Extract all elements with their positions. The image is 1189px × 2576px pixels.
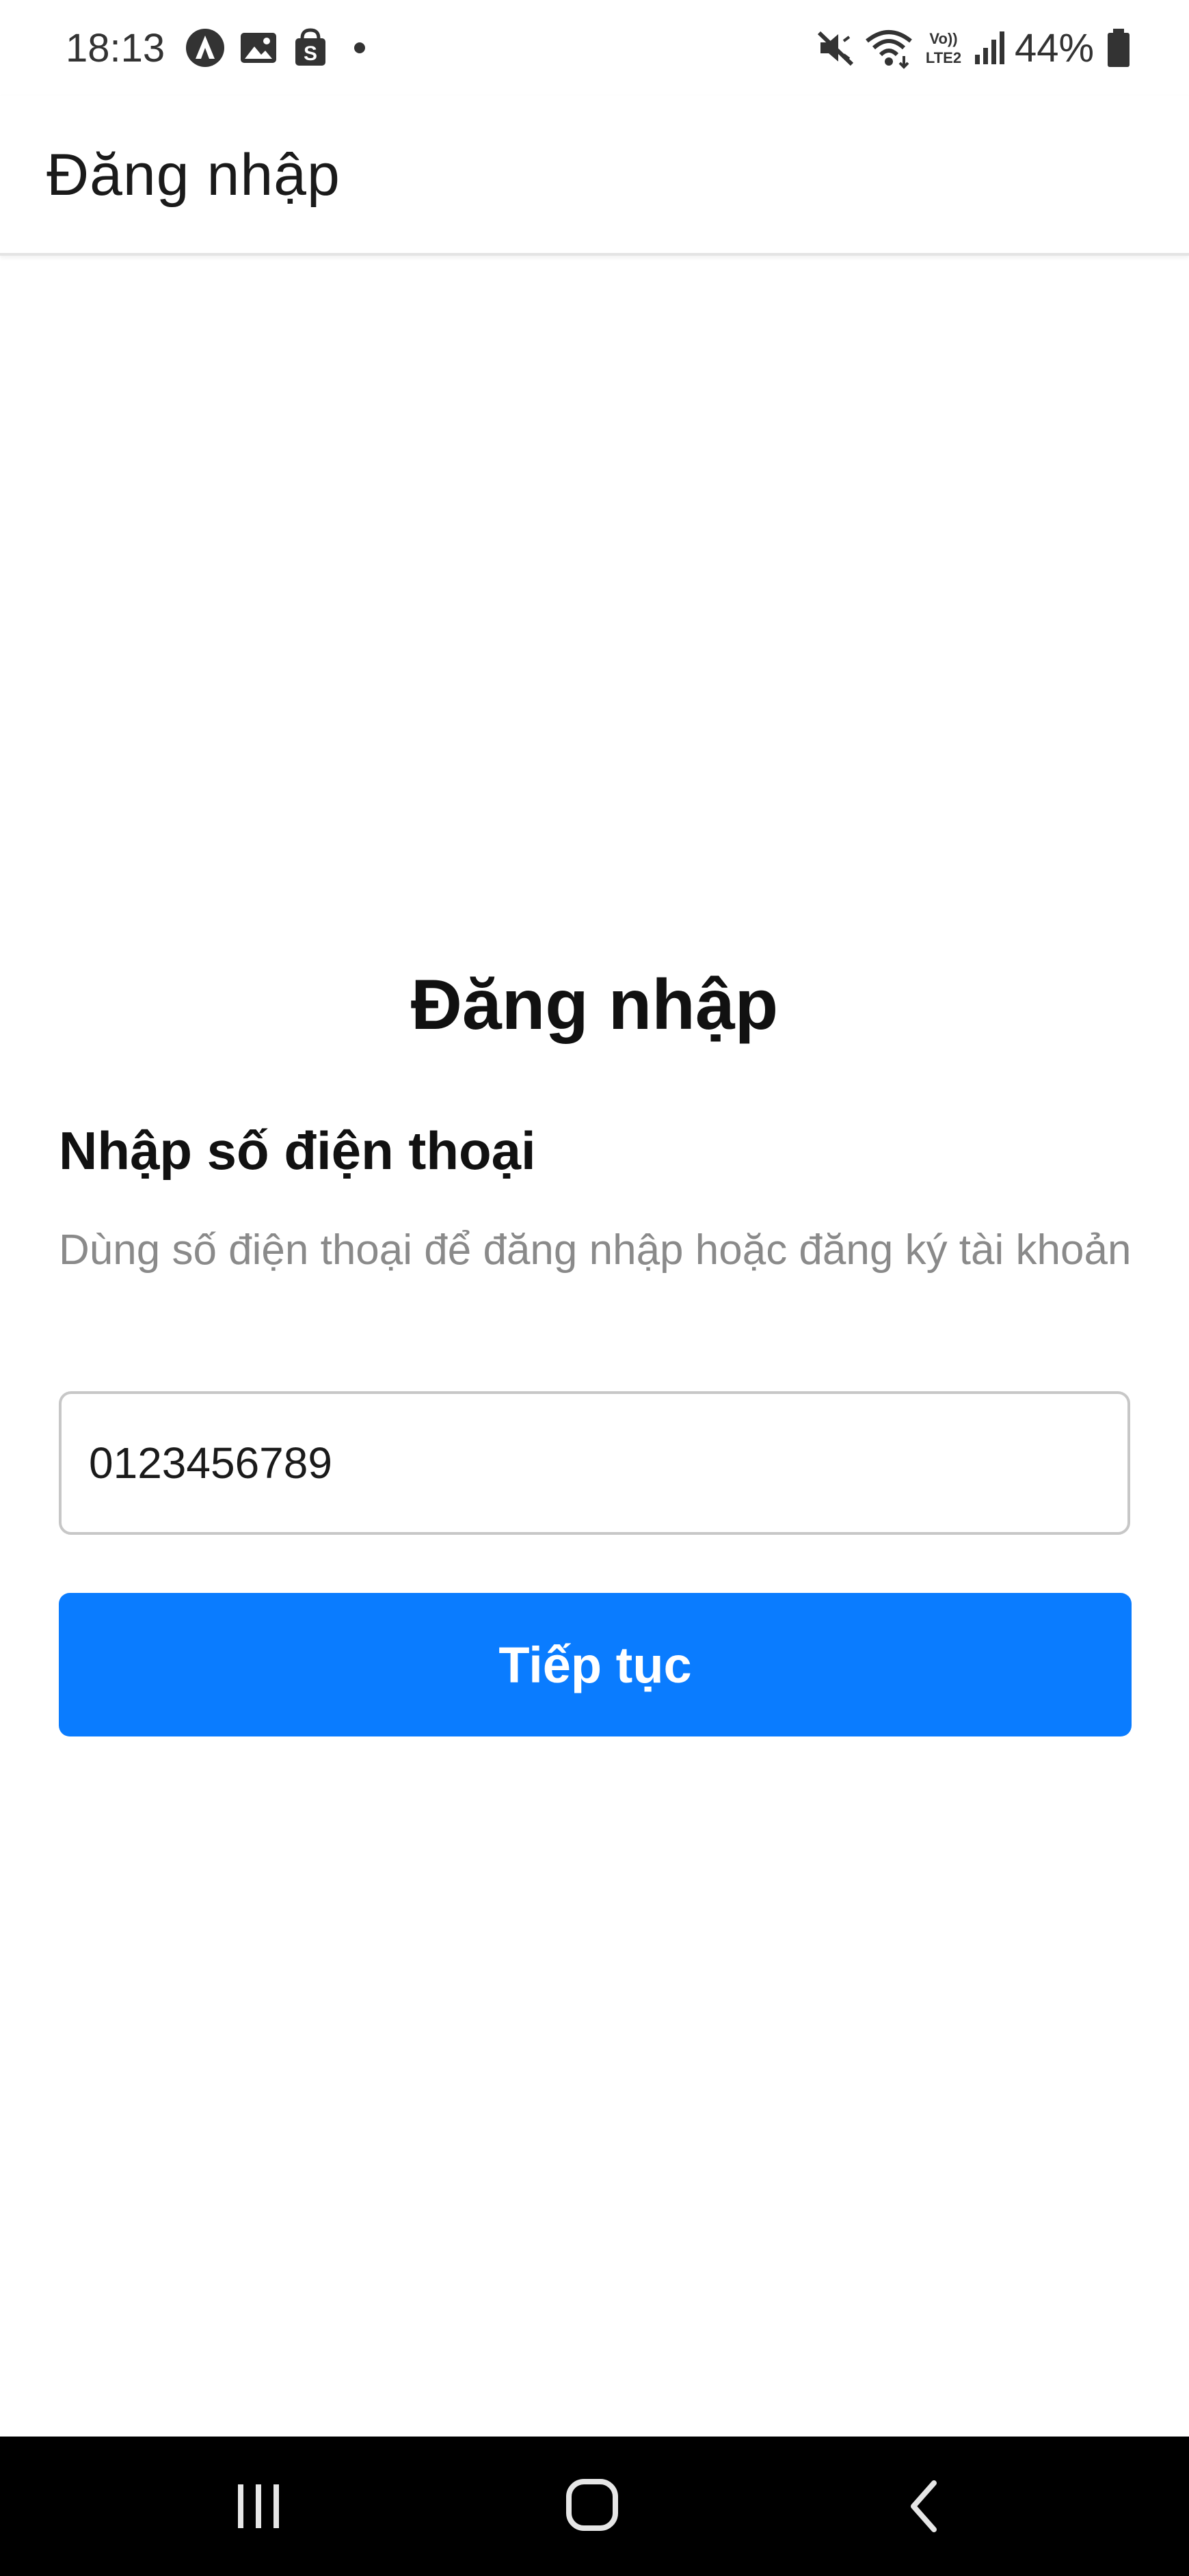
app-bar: Đăng nhập <box>0 96 1189 256</box>
notification-dot-icon <box>346 26 390 70</box>
phone-description: Dùng số điện thoại để đăng nhập hoặc đăn… <box>59 1226 1132 1274</box>
home-icon[interactable] <box>551 2472 633 2540</box>
shopping-bag-icon: S <box>289 26 332 70</box>
mute-icon <box>814 26 857 70</box>
phone-number-input[interactable] <box>59 1391 1130 1535</box>
phone-heading: Nhập số điện thoại <box>59 1121 536 1181</box>
status-bar: 18:13 S Vo)) LTE2 44% <box>0 0 1189 96</box>
continue-button[interactable]: Tiếp tục <box>59 1593 1132 1736</box>
svg-text:LTE2: LTE2 <box>926 49 961 66</box>
svg-text:Vo)): Vo)) <box>929 30 957 47</box>
back-icon[interactable] <box>885 2472 967 2540</box>
wifi-icon <box>864 26 912 70</box>
app-bar-title: Đăng nhập <box>46 142 340 208</box>
status-time: 18:13 <box>66 26 165 70</box>
recent-apps-icon[interactable] <box>217 2472 299 2540</box>
signal-icon <box>970 26 1013 70</box>
battery-icon <box>1097 26 1140 70</box>
battery-percentage: 44% <box>1015 26 1095 70</box>
autopilot-icon <box>183 26 227 70</box>
svg-text:S: S <box>304 42 317 65</box>
image-icon <box>237 26 280 70</box>
navigation-bar <box>0 2437 1189 2576</box>
volte-icon: Vo)) LTE2 <box>918 26 970 70</box>
login-title: Đăng nhập <box>410 965 779 1045</box>
